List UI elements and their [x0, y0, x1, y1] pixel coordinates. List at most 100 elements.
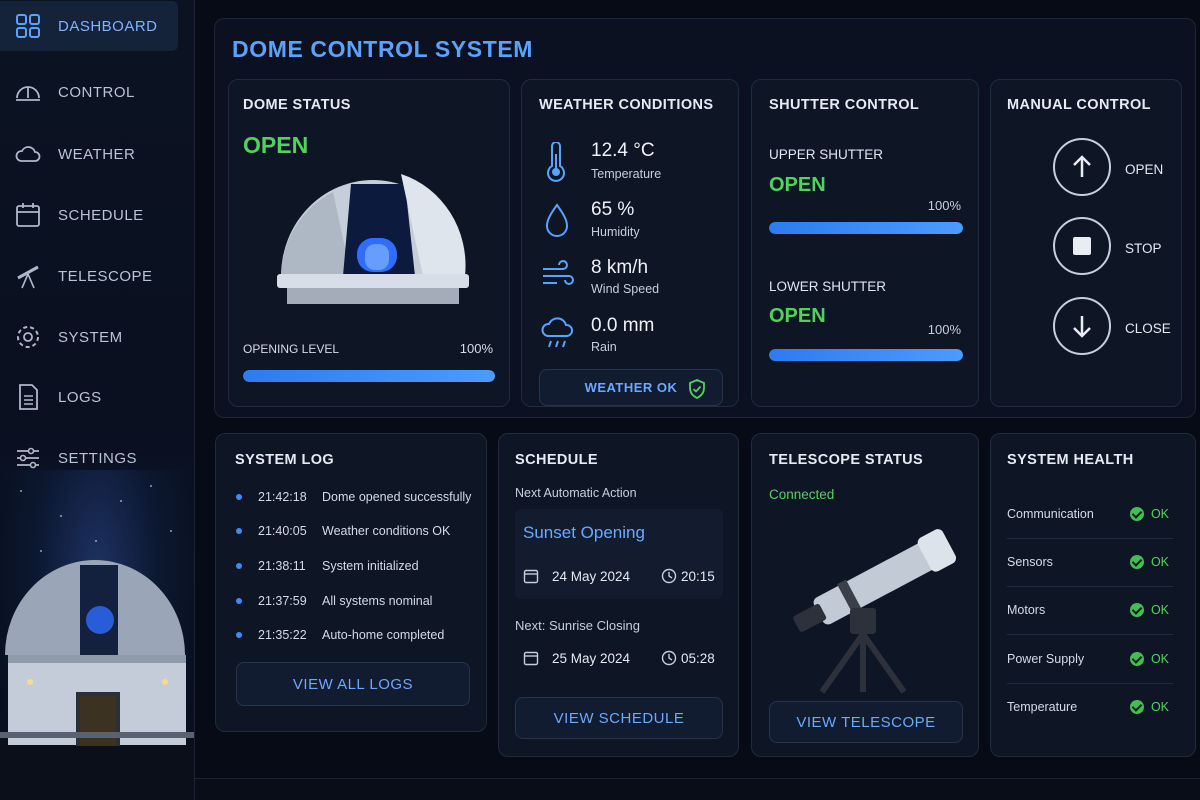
sidebar-item-logs[interactable]: LOGS: [0, 372, 178, 422]
health-label: Communication: [1007, 507, 1094, 521]
humidity-label: Humidity: [591, 225, 640, 239]
following-action-time: 05:28: [681, 651, 715, 666]
log-time: 21:40:05: [258, 524, 307, 538]
sidebar-item-weather[interactable]: WEATHER: [0, 129, 178, 179]
log-message: All systems nominal: [322, 594, 433, 608]
rain-value: 0.0 mm: [591, 315, 655, 336]
system-health-card: SYSTEM HEALTH Communication OK Sensors O…: [990, 433, 1196, 757]
open-label: OPEN: [1125, 162, 1164, 177]
stop-icon: [1073, 237, 1091, 255]
dashboard-icon: [16, 14, 40, 38]
sidebar-item-label: TELESCOPE: [58, 267, 153, 285]
log-entry: 21:38:11 System initialized: [236, 559, 419, 573]
sidebar-item-label: WEATHER: [58, 145, 136, 163]
sidebar-item-system[interactable]: SYSTEM: [0, 312, 178, 362]
log-bullet: [236, 563, 242, 569]
sliders-icon: [17, 447, 39, 469]
stop-label: STOP: [1125, 241, 1162, 256]
log-entry: 21:42:18 Dome opened successfully: [236, 490, 471, 504]
telescope-status-card: TELESCOPE STATUS Connected VIEW TELESCOP…: [751, 433, 979, 757]
dome-status-card: DOME STATUS OPEN OPENING LEVEL 100%: [228, 79, 510, 407]
sidebar-item-schedule[interactable]: SCHEDULE: [0, 190, 178, 240]
opening-level-value: 100%: [459, 341, 493, 356]
schedule-card: SCHEDULE Next Automatic Action Sunset Op…: [498, 433, 739, 757]
health-status: OK: [1129, 507, 1169, 521]
upper-shutter-state: OPEN: [769, 174, 826, 196]
health-row-temperature: Temperature OK: [1007, 683, 1169, 731]
health-label: Temperature: [1007, 700, 1078, 714]
humidity-value: 65 %: [591, 199, 635, 220]
sidebar-item-control[interactable]: CONTROL: [0, 67, 178, 117]
wind-value: 8 km/h: [591, 257, 649, 278]
card-title: WEATHER CONDITIONS: [539, 97, 714, 113]
shutter-control-card: SHUTTER CONTROL UPPER SHUTTER OPEN 100% …: [751, 79, 979, 407]
wind-label: Wind Speed: [591, 282, 660, 296]
card-title: SYSTEM HEALTH: [1007, 452, 1134, 468]
sidebar-item-settings[interactable]: SETTINGS: [0, 433, 178, 483]
calendar-icon: [16, 203, 40, 227]
log-time: 21:35:22: [258, 628, 307, 642]
health-row-sensors: Sensors OK: [1007, 538, 1169, 586]
health-status-text: OK: [1150, 700, 1169, 714]
card-title: SYSTEM LOG: [235, 452, 335, 468]
log-message: Weather conditions OK: [322, 524, 451, 538]
weather-ok-status[interactable]: WEATHER OK: [539, 369, 723, 406]
log-bullet: [236, 598, 242, 604]
humidity-drop-icon: [545, 203, 569, 237]
sidebar-item-label: DASHBOARD: [58, 17, 158, 35]
lower-shutter-state: OPEN: [769, 305, 826, 327]
sidebar-item-telescope[interactable]: TELESCOPE: [0, 251, 178, 301]
log-bullet: [236, 494, 242, 500]
check-circle-icon: [1129, 652, 1144, 666]
manual-control-card: MANUAL CONTROL OPEN STOP CLOSE: [990, 79, 1182, 407]
upper-shutter-value: 100%: [927, 198, 961, 213]
card-title: DOME STATUS: [243, 97, 351, 113]
rain-label: Rain: [591, 340, 617, 354]
view-telescope-button[interactable]: VIEW TELESCOPE: [769, 701, 963, 743]
sidebar-item-dashboard[interactable]: DASHBOARD: [0, 1, 178, 51]
system-log-card: SYSTEM LOG 21:42:18 Dome opened successf…: [215, 433, 487, 732]
health-status-text: OK: [1150, 507, 1169, 521]
health-row-communication: Communication OK: [1007, 490, 1169, 538]
sidebar-item-label: CONTROL: [58, 83, 135, 101]
sidebar: DASHBOARD CONTROL WEATHER SCHEDULE TELES…: [0, 0, 195, 800]
log-bullet: [236, 632, 242, 638]
arrow-up-icon: [1073, 155, 1091, 177]
cloud-icon: [15, 146, 41, 162]
check-circle-icon: [1129, 700, 1144, 714]
lower-shutter-value: 100%: [927, 322, 961, 337]
following-action-date: 25 May 2024: [552, 651, 631, 666]
weather-card: WEATHER CONDITIONS 12.4 °C Temperature 6…: [521, 79, 739, 407]
next-action-date: 24 May 2024: [552, 569, 631, 584]
health-row-motors: Motors OK: [1007, 586, 1169, 634]
check-circle-icon: [1129, 555, 1144, 569]
page-title: DOME CONTROL SYSTEM: [232, 36, 534, 62]
log-entry: 21:35:22 Auto-home completed: [236, 628, 444, 642]
document-icon: [19, 384, 38, 410]
dome-illustration: [277, 174, 469, 304]
log-bullet: [236, 528, 242, 534]
clock-icon: [661, 568, 677, 584]
arrow-down-icon: [1073, 316, 1091, 338]
temperature-label: Temperature: [591, 167, 662, 181]
health-status-text: OK: [1150, 555, 1169, 569]
check-circle-icon: [1129, 507, 1144, 521]
next-action-panel: Sunset Opening 24 May 2024 20:15: [515, 509, 723, 599]
lower-shutter-label: LOWER SHUTTER: [769, 279, 887, 294]
lower-shutter-bar: [769, 349, 963, 361]
thermometer-icon: [547, 142, 565, 182]
view-all-logs-button[interactable]: VIEW ALL LOGS: [236, 662, 470, 706]
health-status-text: OK: [1150, 652, 1169, 666]
health-status: OK: [1129, 603, 1169, 617]
open-dome-button[interactable]: [1053, 138, 1111, 196]
upper-shutter-fill: [769, 222, 963, 234]
log-entry: 21:40:05 Weather conditions OK: [236, 524, 450, 538]
opening-level-fill: [243, 370, 495, 382]
observatory-illustration: [0, 470, 194, 800]
view-schedule-button[interactable]: VIEW SCHEDULE: [515, 697, 723, 739]
calendar-icon: [523, 569, 539, 584]
close-dome-button[interactable]: [1053, 297, 1111, 355]
stop-dome-button[interactable]: [1053, 217, 1111, 275]
log-time: 21:38:11: [258, 559, 306, 573]
following-action-label: Next: Sunrise Closing: [515, 618, 640, 633]
